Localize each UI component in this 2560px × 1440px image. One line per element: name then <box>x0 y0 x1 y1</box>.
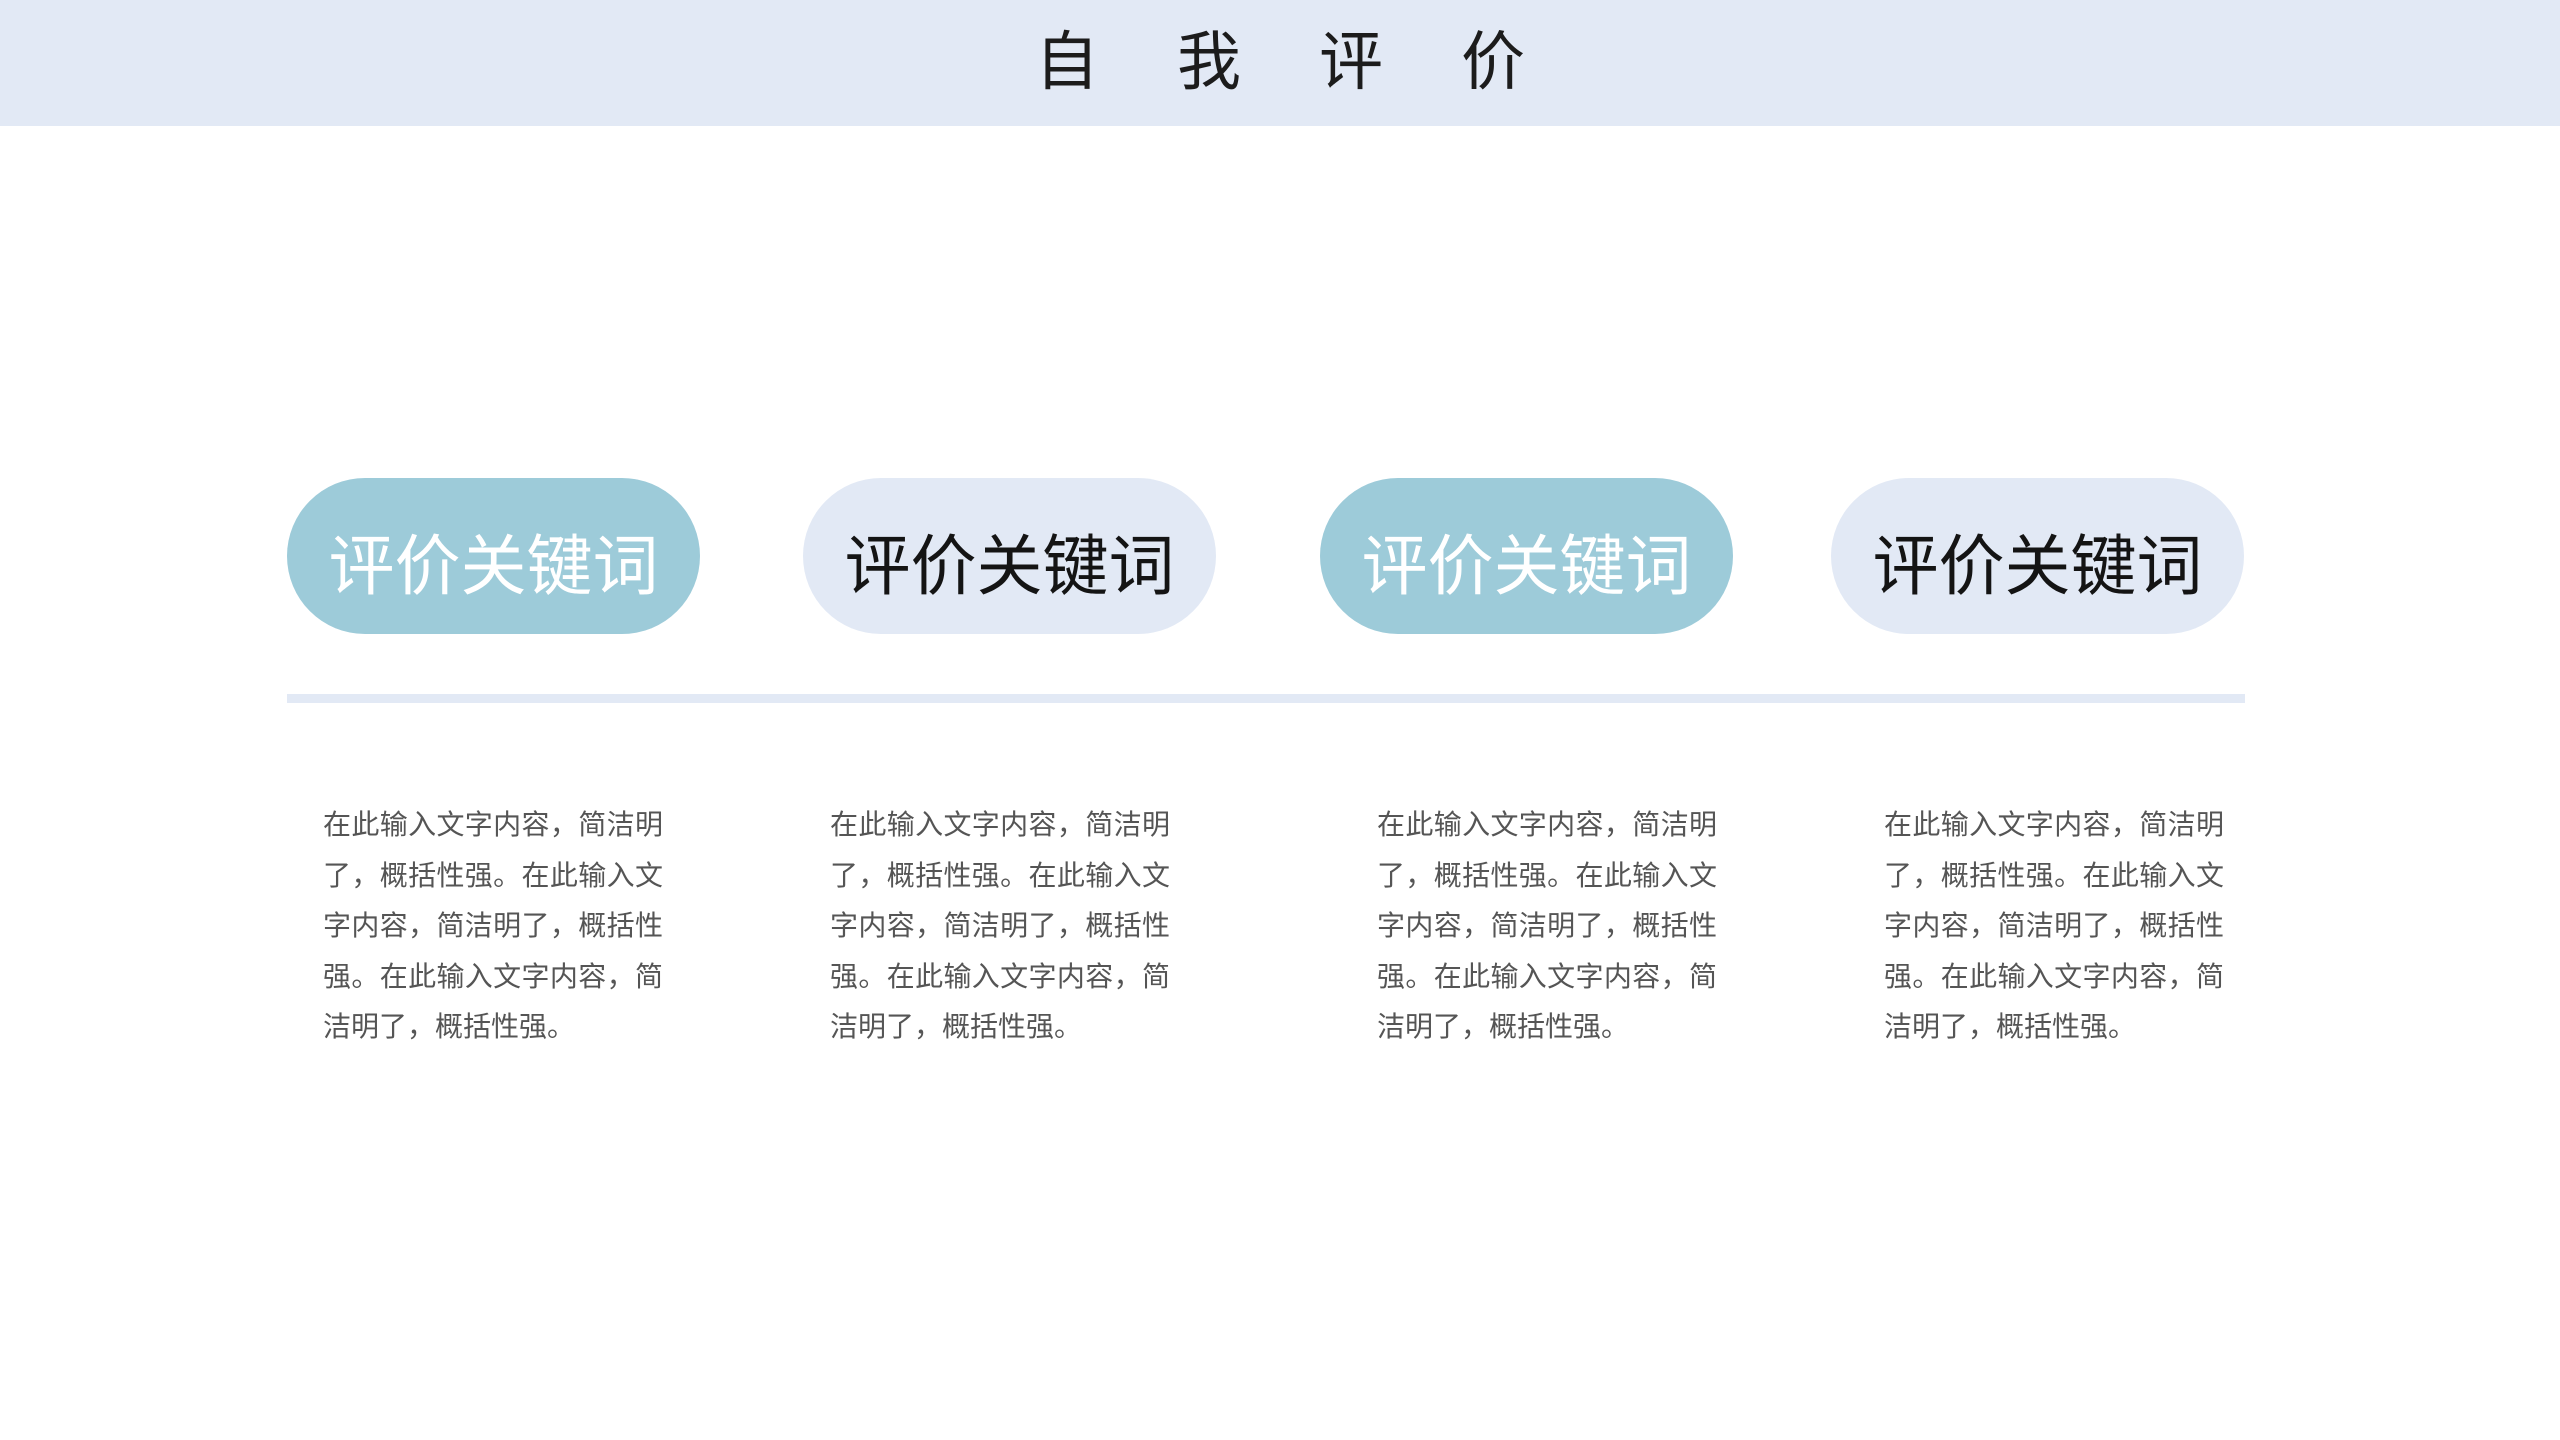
keyword-pill-3: 评价关键词 <box>1320 478 1733 634</box>
page-title: 自我评价 <box>1035 26 1603 100</box>
keyword-pill-2: 评价关键词 <box>803 478 1216 634</box>
description-text-3: 在此输入文字内容，简洁明了，概括性强。在此输入文字内容，简洁明了，概括性强。在此… <box>1377 808 1717 1043</box>
description-text-1: 在此输入文字内容，简洁明了，概括性强。在此输入文字内容，简洁明了，概括性强。在此… <box>323 808 663 1043</box>
divider-line <box>287 694 2245 703</box>
keyword-pill-1: 评价关键词 <box>287 478 700 634</box>
keyword-pill-4: 评价关键词 <box>1831 478 2244 634</box>
description-text-4: 在此输入文字内容，简洁明了，概括性强。在此输入文字内容，简洁明了，概括性强。在此… <box>1884 808 2224 1043</box>
description-text-2: 在此输入文字内容，简洁明了，概括性强。在此输入文字内容，简洁明了，概括性强。在此… <box>830 808 1170 1043</box>
